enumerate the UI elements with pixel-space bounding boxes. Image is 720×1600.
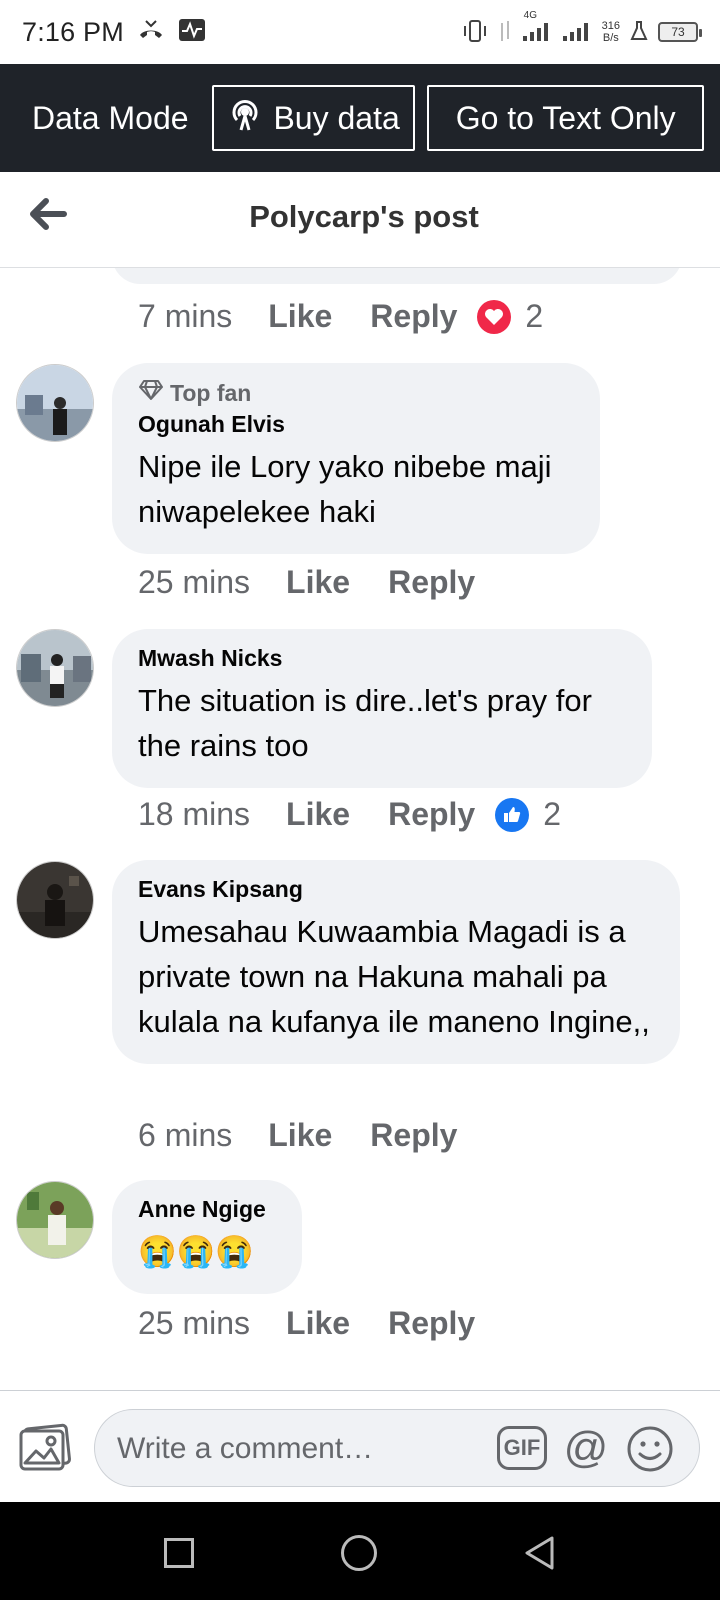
comment-author[interactable]: Ogunah Elvis	[138, 411, 574, 438]
top-fan-badge: Top fan	[138, 379, 574, 407]
like-button[interactable]: Like	[268, 298, 332, 335]
system-nav-bar	[0, 1502, 720, 1600]
broadcast-icon	[227, 96, 263, 140]
mention-button[interactable]: @	[561, 1424, 611, 1474]
heart-icon	[477, 299, 512, 334]
back-triangle-icon[interactable]	[522, 1535, 558, 1571]
comment-text: Umesahau Kuwaambia Magadi is a private t…	[138, 914, 650, 1039]
comment-bubble[interactable]: Evans Kipsang Umesahau Kuwaambia Magadi …	[112, 860, 680, 1064]
data-transfer-icon	[498, 19, 512, 46]
like-button[interactable]: Like	[268, 1117, 332, 1154]
like-button[interactable]: Like	[286, 1305, 350, 1342]
recents-icon[interactable]	[164, 1538, 194, 1568]
reply-button[interactable]: Reply	[388, 1305, 475, 1342]
lab-flask-icon	[630, 20, 648, 45]
comment-bubble[interactable]: Top fan Ogunah Elvis Nipe ile Lory yako …	[112, 363, 600, 554]
comment-list[interactable]: 7 mins Like Reply 2 Top fan Ogunah Elvis…	[0, 268, 720, 1390]
home-icon[interactable]	[341, 1535, 377, 1571]
avatar[interactable]	[16, 364, 94, 442]
reply-button[interactable]: Reply	[388, 796, 475, 833]
avatar[interactable]	[16, 861, 94, 939]
gif-button[interactable]: GIF	[497, 1426, 547, 1470]
data-mode-label: Data Mode	[32, 99, 189, 136]
vibrate-icon	[462, 19, 488, 46]
like-button[interactable]: Like	[286, 564, 350, 601]
missed-call-icon	[138, 19, 164, 46]
status-bar: 7:16 PM 4G 316 B/s 73	[0, 0, 720, 64]
comment-author[interactable]: Anne Ngige	[138, 1196, 276, 1223]
network-type-label: 4G	[523, 9, 537, 21]
comment-input[interactable]	[115, 1424, 479, 1474]
avatar[interactable]	[16, 1181, 94, 1259]
buy-data-label: Buy data	[273, 99, 400, 136]
signal-4g-icon: 4G	[522, 10, 552, 45]
data-mode-bar: Data Mode Buy data Go to Text Only	[0, 64, 720, 172]
badge-label: Top fan	[170, 379, 252, 406]
like-button[interactable]: Like	[286, 796, 350, 833]
comment-actions: 25 mins Like Reply	[138, 564, 475, 601]
comment-composer: GIF @	[0, 1390, 720, 1502]
reaction-summary[interactable]: 2	[477, 298, 543, 335]
comment-bubble[interactable]: Anne Ngige 😭😭😭	[112, 1180, 302, 1294]
previous-comment-bubble	[112, 268, 682, 284]
thumbs-up-icon	[495, 797, 530, 832]
reply-button[interactable]: Reply	[370, 1117, 457, 1154]
network-speed: 316 B/s	[601, 20, 620, 44]
page-title: Polycarp's post	[249, 199, 479, 234]
comment-author[interactable]: Evans Kipsang	[138, 876, 654, 903]
avatar[interactable]	[16, 629, 94, 707]
comment-time: 25 mins	[138, 564, 251, 600]
emoji-icon[interactable]	[625, 1424, 675, 1474]
reply-button[interactable]: Reply	[388, 564, 475, 601]
post-header: Polycarp's post	[0, 172, 720, 268]
comment-text: Nipe ile Lory yako nibebe maji niwapelek…	[138, 449, 552, 529]
status-time: 7:16 PM	[22, 16, 124, 47]
photo-icon[interactable]	[18, 1421, 74, 1473]
comment-text: The situation is dire..let's pray for th…	[138, 683, 592, 763]
text-only-button[interactable]: Go to Text Only	[427, 85, 704, 151]
activity-icon	[178, 18, 206, 47]
reaction-count: 2	[543, 796, 562, 832]
buy-data-button[interactable]: Buy data	[211, 85, 416, 151]
signal-icon	[562, 20, 592, 45]
reply-button[interactable]: Reply	[370, 298, 457, 335]
diamond-icon	[138, 379, 164, 407]
reaction-count: 2	[525, 298, 544, 334]
comment-field[interactable]: GIF @	[94, 1409, 700, 1487]
comment-actions: 25 mins Like Reply	[138, 1305, 475, 1342]
comment-bubble[interactable]: Mwash Nicks The situation is dire..let's…	[112, 629, 652, 788]
battery-indicator: 73	[658, 22, 702, 42]
comment-time: 18 mins	[138, 796, 251, 832]
comment-time: 25 mins	[138, 1305, 251, 1341]
comment-text: 😭😭😭	[138, 1234, 254, 1269]
comment-actions: 6 mins Like Reply	[138, 1117, 457, 1154]
comment-actions: 18 mins Like Reply 2	[138, 796, 561, 833]
reaction-summary[interactable]: 2	[495, 796, 561, 833]
comment-actions: 7 mins Like Reply 2	[138, 298, 543, 335]
comment-time: 7 mins	[138, 298, 233, 334]
comment-author[interactable]: Mwash Nicks	[138, 645, 626, 672]
comment-time: 6 mins	[138, 1117, 233, 1153]
